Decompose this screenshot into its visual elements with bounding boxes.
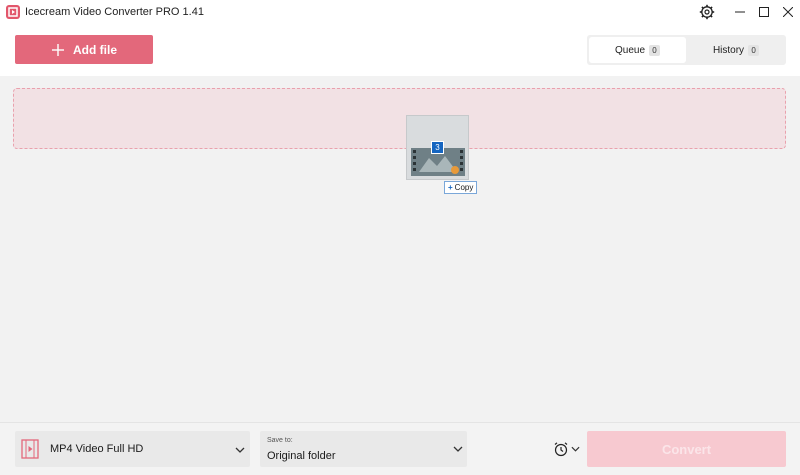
- drag-copy-label: Copy: [454, 183, 474, 192]
- app-logo-icon: [6, 5, 20, 19]
- plus-icon: [52, 43, 64, 56]
- output-format-dropdown[interactable]: MP4 Video Full HD: [15, 431, 250, 467]
- chevron-down-icon: [235, 447, 245, 453]
- maximize-icon[interactable]: [754, 3, 774, 21]
- bottom-bar: MP4 Video Full HD Save to: Original fold…: [0, 422, 800, 475]
- copy-plus-icon: +: [448, 183, 453, 192]
- save-to-caption: Save to:: [267, 437, 293, 444]
- convert-button[interactable]: Convert: [587, 431, 786, 467]
- file-drop-zone[interactable]: [13, 88, 786, 149]
- chevron-down-icon: [571, 446, 580, 452]
- title-bar: Icecream Video Converter PRO 1.41: [0, 0, 800, 26]
- close-icon[interactable]: [778, 3, 798, 21]
- minimize-icon[interactable]: [730, 3, 750, 21]
- schedule-button[interactable]: [553, 440, 581, 458]
- tab-queue-label: Queue: [614, 44, 646, 56]
- save-to-value: Original folder: [267, 450, 336, 462]
- output-format-value: MP4 Video Full HD: [50, 443, 144, 455]
- history-count-badge: 0: [748, 44, 760, 56]
- drag-copy-tooltip: + Copy: [444, 181, 478, 194]
- tab-history[interactable]: History 0: [688, 37, 784, 63]
- drag-count-badge: 3: [431, 141, 444, 154]
- add-file-button[interactable]: Add file: [15, 35, 153, 64]
- alarm-clock-icon: [554, 442, 568, 457]
- save-to-dropdown[interactable]: Save to: Original folder: [260, 431, 467, 467]
- toolbar: Add file Queue 0 History 0: [0, 26, 800, 76]
- chevron-down-icon: [453, 446, 463, 452]
- view-tabs: Queue 0 History 0: [587, 35, 786, 65]
- tab-queue[interactable]: Queue 0: [589, 37, 686, 63]
- window-title: Icecream Video Converter PRO 1.41: [25, 6, 204, 18]
- add-file-label: Add file: [73, 42, 117, 57]
- queue-count-badge: 0: [649, 44, 661, 56]
- gear-icon[interactable]: [699, 4, 715, 20]
- tab-history-label: History: [712, 44, 745, 56]
- film-icon: [21, 439, 39, 459]
